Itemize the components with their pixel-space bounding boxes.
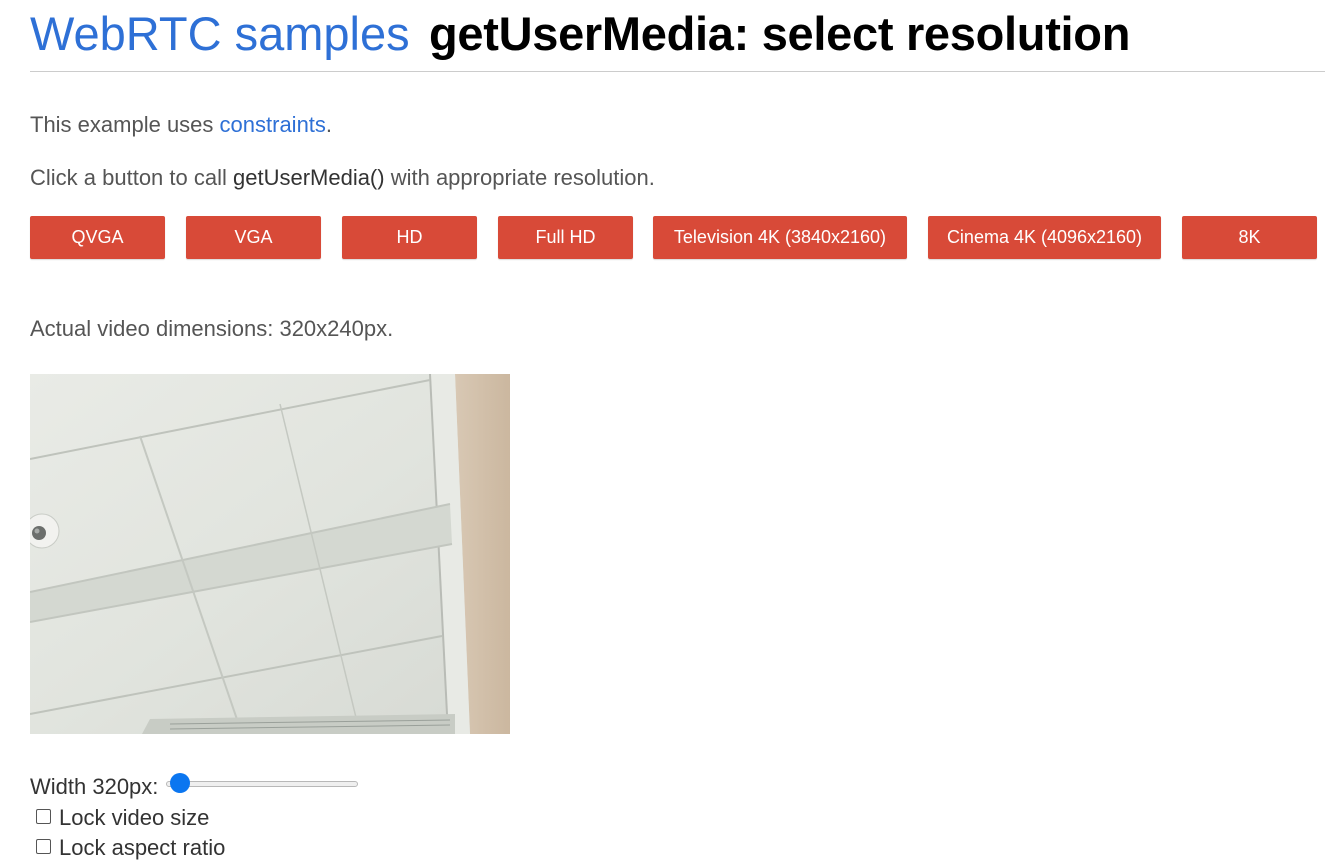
intro-text: This example uses constraints. bbox=[30, 112, 332, 138]
constraints-link[interactable]: constraints bbox=[220, 112, 326, 137]
8k-button[interactable]: 8K bbox=[1182, 216, 1317, 259]
television-4k-button[interactable]: Television 4K (3840x2160) bbox=[653, 216, 907, 259]
lock-aspect-ratio-row[interactable]: Lock aspect ratio bbox=[36, 834, 225, 862]
video-dimensions-text: Actual video dimensions: 320x240px. bbox=[30, 316, 394, 341]
full-hd-button[interactable]: Full HD bbox=[498, 216, 633, 259]
lock-aspect-ratio-checkbox[interactable] bbox=[36, 838, 51, 854]
getusermedia-code: getUserMedia() bbox=[232, 165, 385, 190]
lock-video-size-label: Lock video size bbox=[59, 805, 210, 830]
vga-button[interactable]: VGA bbox=[186, 216, 321, 259]
header: WebRTC samples getUserMedia: select reso… bbox=[30, 0, 1325, 72]
qvga-button[interactable]: QVGA bbox=[30, 216, 165, 259]
lock-video-size-checkbox[interactable] bbox=[36, 808, 51, 824]
width-label: Width 320px: bbox=[30, 774, 159, 799]
instructions-text: Click a button to call getUserMedia() wi… bbox=[30, 165, 655, 191]
page: WebRTC samples getUserMedia: select reso… bbox=[0, 0, 1325, 863]
lock-video-size-row[interactable]: Lock video size bbox=[36, 804, 209, 832]
width-slider[interactable] bbox=[166, 773, 359, 793]
intro-suffix: . bbox=[325, 112, 333, 137]
width-slider-track bbox=[166, 781, 359, 787]
width-slider-thumb[interactable] bbox=[170, 773, 191, 793]
page-title: getUserMedia: select resolution bbox=[429, 7, 1131, 60]
video-preview bbox=[30, 374, 510, 734]
camera-feed-image bbox=[30, 374, 510, 734]
intro-prefix: This example uses bbox=[30, 112, 220, 137]
webrtc-samples-link[interactable]: WebRTC samples bbox=[30, 6, 410, 61]
hd-button[interactable]: HD bbox=[342, 216, 477, 259]
width-control: Width 320px: bbox=[30, 772, 359, 802]
instructions-prefix: Click a button to call bbox=[30, 165, 233, 190]
instructions-suffix: with appropriate resolution. bbox=[384, 165, 655, 190]
cinema-4k-button[interactable]: Cinema 4K (4096x2160) bbox=[928, 216, 1161, 259]
lock-aspect-ratio-label: Lock aspect ratio bbox=[59, 835, 226, 860]
